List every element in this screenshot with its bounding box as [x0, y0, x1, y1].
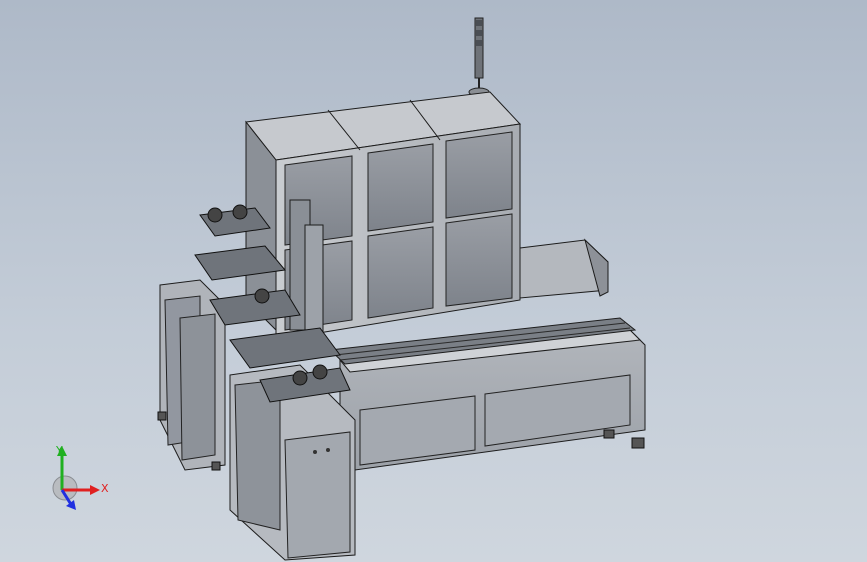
y-axis-label: Y	[55, 444, 63, 457]
coordinate-triad: Y X	[52, 444, 109, 510]
x-axis-label: X	[101, 482, 109, 495]
signal-tower	[468, 17, 490, 97]
main-base[interactable]	[328, 317, 646, 471]
rear-frame	[519, 238, 609, 299]
machine-3d-model[interactable]	[0, 0, 867, 562]
cad-viewport[interactable]: Y X	[0, 0, 867, 562]
